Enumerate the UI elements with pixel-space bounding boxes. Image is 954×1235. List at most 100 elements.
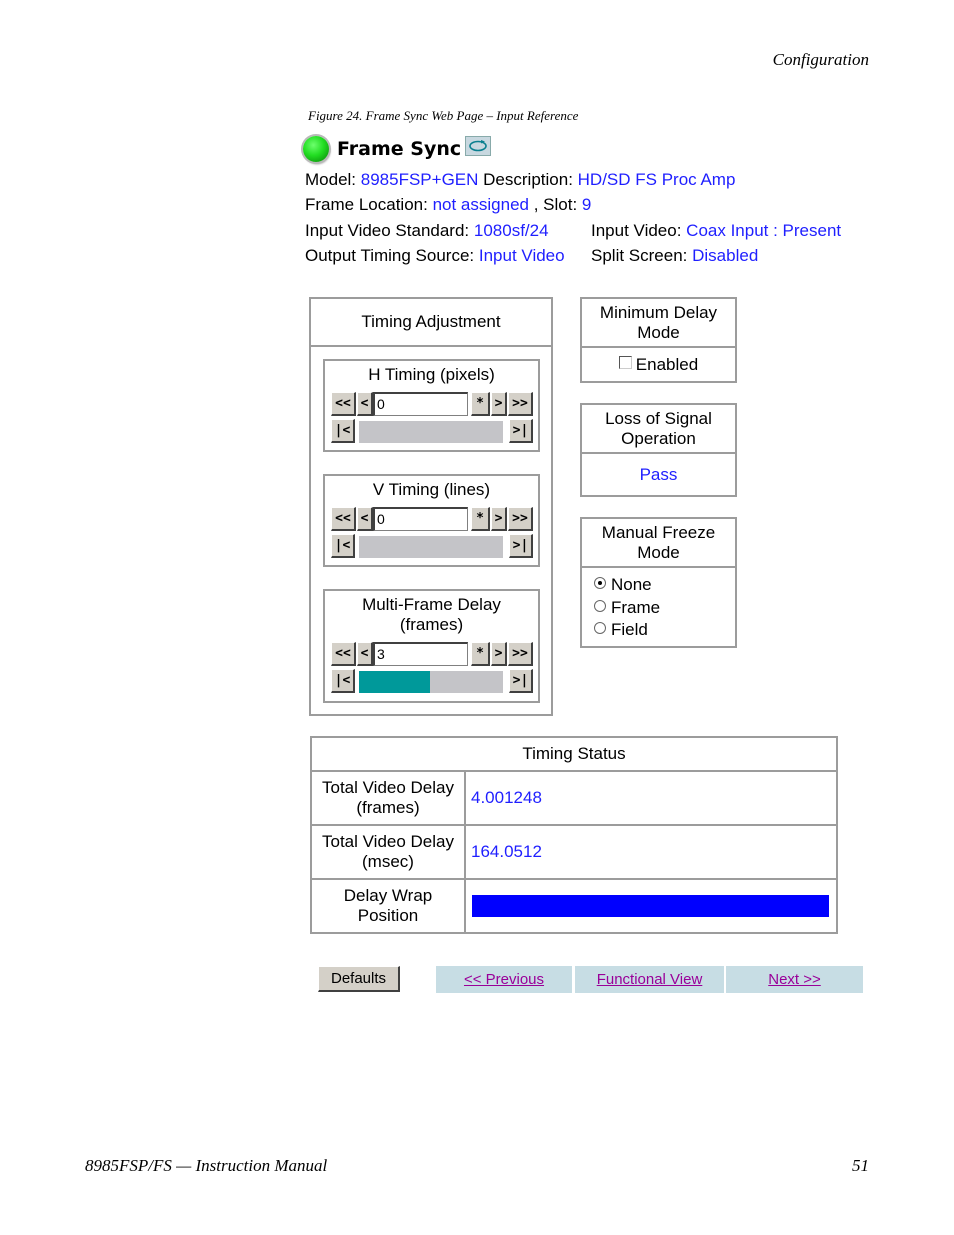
model-value: 8985FSP+GEN (360, 170, 479, 189)
status-label-frames: Total Video Delay (frames) (310, 770, 466, 826)
freeze-field-radio[interactable] (594, 622, 606, 634)
multi-frame-slider-fill (359, 671, 430, 693)
v-timing-last-button[interactable]: >> (508, 507, 533, 531)
freeze-option-field[interactable]: Field (594, 619, 735, 642)
freeze-frame-radio[interactable] (594, 599, 606, 612)
section-header: Configuration (772, 50, 869, 69)
multi-frame-delay-control: Multi-Frame Delay (frames) << < 3 * > >>… (323, 589, 540, 703)
minimum-delay-panel: Minimum Delay Mode Enabled (580, 297, 737, 383)
functional-view-link[interactable]: Functional View (575, 966, 724, 993)
next-link[interactable]: Next >> (726, 966, 863, 993)
v-timing-control: V Timing (lines) << < 0 * > >> |< >| (323, 474, 540, 567)
footer-manual-title: 8985FSP/FS — Instruction Manual (85, 1156, 328, 1175)
h-timing-last-button[interactable]: >> (508, 392, 533, 416)
defaults-button[interactable]: Defaults (318, 966, 400, 992)
timing-adjustment-title: Timing Adjustment (311, 299, 551, 347)
split-screen-label: Split Screen: (591, 246, 688, 265)
v-timing-default-button[interactable]: * (471, 507, 490, 531)
manual-freeze-title-line2: Mode (637, 542, 680, 562)
h-timing-next-button[interactable]: > (491, 392, 507, 416)
h-timing-label: H Timing (pixels) (368, 365, 495, 384)
freeze-none-radio[interactable] (594, 577, 606, 589)
status-label-line2: (frames) (356, 798, 420, 817)
h-timing-max-button[interactable]: >| (509, 419, 533, 443)
table-row: Total Video Delay (frames) 4.001248 (310, 770, 838, 826)
info-standard-line: Input Video Standard: 1080sf/24 Input Vi… (305, 221, 865, 241)
minimum-delay-title: Minimum Delay Mode (582, 299, 735, 348)
multi-frame-first-button[interactable]: << (331, 642, 356, 666)
multi-frame-label-line2: (frames) (399, 615, 464, 634)
module-title-row: Frame Sync (303, 134, 492, 164)
freeze-option-none[interactable]: None (594, 574, 735, 597)
minimum-delay-enabled-option[interactable]: Enabled (582, 348, 735, 382)
status-label-line1: Total Video Delay (322, 778, 454, 797)
status-label-line1: Delay Wrap (343, 886, 433, 905)
multi-frame-max-button[interactable]: >| (509, 669, 533, 693)
h-timing-min-button[interactable]: |< (331, 419, 355, 443)
status-label-line1: Total Video Delay (322, 832, 454, 851)
page-title: Frame Sync (337, 138, 462, 160)
v-timing-first-button[interactable]: << (331, 507, 356, 531)
multi-frame-min-button[interactable]: |< (331, 669, 355, 693)
delay-wrap-position-bar (472, 895, 829, 917)
input-video-value: Coax Input : Present (686, 221, 842, 240)
v-timing-max-button[interactable]: >| (509, 534, 533, 558)
total-delay-msec-value: 164.0512 (464, 824, 838, 880)
h-timing-input[interactable]: 0 (373, 392, 468, 416)
minimum-delay-checkbox-label: Enabled (635, 355, 699, 374)
v-timing-prev-button[interactable]: < (357, 507, 373, 531)
page-number: 51 (852, 1156, 869, 1175)
multi-frame-last-button[interactable]: >> (508, 642, 533, 666)
status-label-wrap: Delay Wrap Position (310, 878, 466, 934)
h-timing-slider-track[interactable] (359, 421, 503, 443)
multi-frame-input[interactable]: 3 (373, 642, 468, 666)
frame-location-value: not assigned (432, 195, 529, 214)
multi-frame-default-button[interactable]: * (471, 642, 490, 666)
model-label: Model: (305, 170, 357, 189)
timing-status-title: Timing Status (310, 736, 838, 772)
previous-link[interactable]: << Previous (436, 966, 572, 993)
minimum-delay-checkbox[interactable] (618, 356, 632, 369)
delay-wrap-cell (464, 878, 838, 934)
h-timing-control: H Timing (pixels) << < 0 * > >> |< >| (323, 359, 540, 452)
loss-of-signal-value: Pass (639, 465, 678, 484)
table-row: Total Video Delay (msec) 164.0512 (310, 824, 838, 880)
v-timing-slider-track[interactable] (359, 536, 503, 558)
loss-of-signal-title-line2: Operation (621, 428, 696, 448)
v-timing-label: V Timing (lines) (372, 480, 491, 499)
refresh-icon[interactable] (465, 136, 492, 156)
timing-status-table: Timing Status Total Video Delay (frames)… (310, 736, 838, 934)
freeze-none-label: None (611, 575, 652, 594)
h-timing-first-button[interactable]: << (331, 392, 356, 416)
manual-freeze-panel: Manual Freeze Mode None Frame Field (580, 517, 737, 648)
loss-of-signal-title: Loss of Signal Operation (582, 405, 735, 454)
info-output-line: Output Timing Source: Input Video Split … (305, 246, 865, 266)
freeze-field-label: Field (611, 620, 648, 639)
description-label: Description: (483, 170, 573, 189)
v-timing-next-button[interactable]: > (491, 507, 507, 531)
freeze-option-frame[interactable]: Frame (594, 597, 735, 620)
input-video-label: Input Video: (591, 221, 682, 240)
output-timing-label: Output Timing Source: (305, 246, 475, 265)
input-standard-value: 1080sf/24 (473, 221, 549, 240)
manual-freeze-options: None Frame Field (582, 568, 735, 642)
info-location-line: Frame Location: not assigned , Slot: 9 (305, 195, 591, 215)
h-timing-default-button[interactable]: * (471, 392, 490, 416)
minimum-delay-title-line2: Mode (637, 322, 680, 342)
freeze-frame-label: Frame (611, 597, 661, 617)
v-timing-input[interactable]: 0 (373, 507, 468, 531)
v-timing-min-button[interactable]: |< (331, 534, 355, 558)
multi-frame-next-button[interactable]: > (491, 642, 507, 666)
frame-location-label: Frame Location: (305, 195, 428, 214)
status-label-line2: (msec) (362, 852, 414, 871)
table-row: Delay Wrap Position (310, 878, 838, 934)
slot-label: , Slot: (533, 195, 578, 214)
split-screen-value: Disabled (692, 246, 759, 265)
h-timing-prev-button[interactable]: < (357, 392, 373, 416)
manual-freeze-title: Manual Freeze Mode (582, 519, 735, 568)
status-label-msec: Total Video Delay (msec) (310, 824, 466, 880)
loss-of-signal-title-line1: Loss of Signal (605, 408, 712, 428)
multi-frame-label-line1: Multi-Frame Delay (362, 595, 501, 614)
multi-frame-prev-button[interactable]: < (357, 642, 373, 666)
manual-freeze-title-line1: Manual Freeze (601, 522, 716, 542)
